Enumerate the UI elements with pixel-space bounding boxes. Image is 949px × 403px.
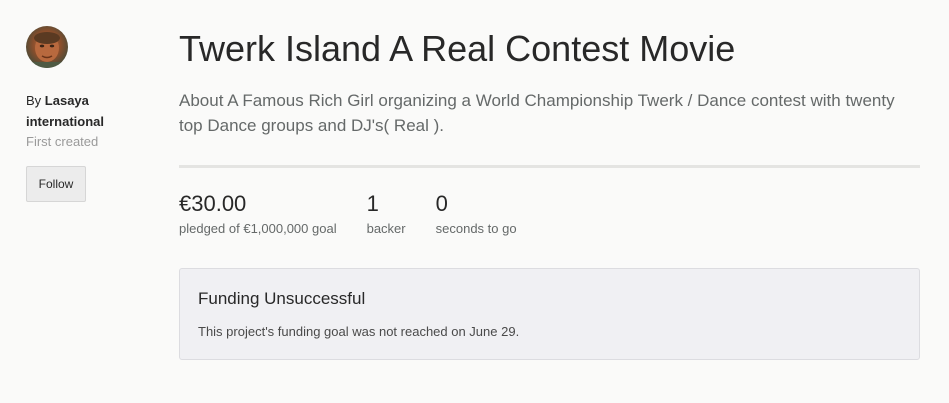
pledged-amount: €30.00	[179, 191, 247, 216]
stat-backers: 1 backer	[367, 191, 406, 239]
avatar[interactable]	[26, 26, 68, 68]
backers-label: backer	[366, 221, 406, 236]
status-title: Funding Unsuccessful	[198, 289, 366, 308]
funding-status-box: Funding Unsuccessful This project's fund…	[179, 268, 920, 360]
creator-name-line2[interactable]: international	[26, 114, 104, 129]
divider	[179, 165, 920, 168]
time-label: seconds to go	[435, 221, 517, 236]
stat-pledged: €30.00 pledged of €1,000,000 goal	[179, 191, 337, 239]
project-main: Twerk Island A Real Contest Movie About …	[179, 26, 920, 360]
follow-button[interactable]: Follow	[26, 166, 86, 202]
creator-sidebar: By Lasaya international First created Fo…	[26, 26, 146, 202]
project-page: By Lasaya international First created Fo…	[0, 0, 949, 403]
backers-count: 1	[366, 191, 379, 216]
project-stats: €30.00 pledged of €1,000,000 goal 1 back…	[179, 191, 920, 239]
creator-byline: By Lasaya international	[26, 90, 146, 132]
creator-name-line1[interactable]: Lasaya	[45, 93, 89, 108]
avatar-photo-icon	[26, 26, 68, 68]
by-prefix: By	[26, 93, 42, 108]
project-blurb: About A Famous Rich Girl organizing a Wo…	[179, 91, 895, 135]
time-remaining: 0	[435, 191, 448, 216]
stat-time: 0 seconds to go	[436, 191, 517, 239]
status-message: This project's funding goal was not reac…	[198, 324, 520, 339]
pledged-label: pledged of €1,000,000 goal	[179, 221, 337, 236]
page-title: Twerk Island A Real Contest Movie	[179, 28, 736, 69]
first-created-label: First created	[26, 134, 99, 149]
